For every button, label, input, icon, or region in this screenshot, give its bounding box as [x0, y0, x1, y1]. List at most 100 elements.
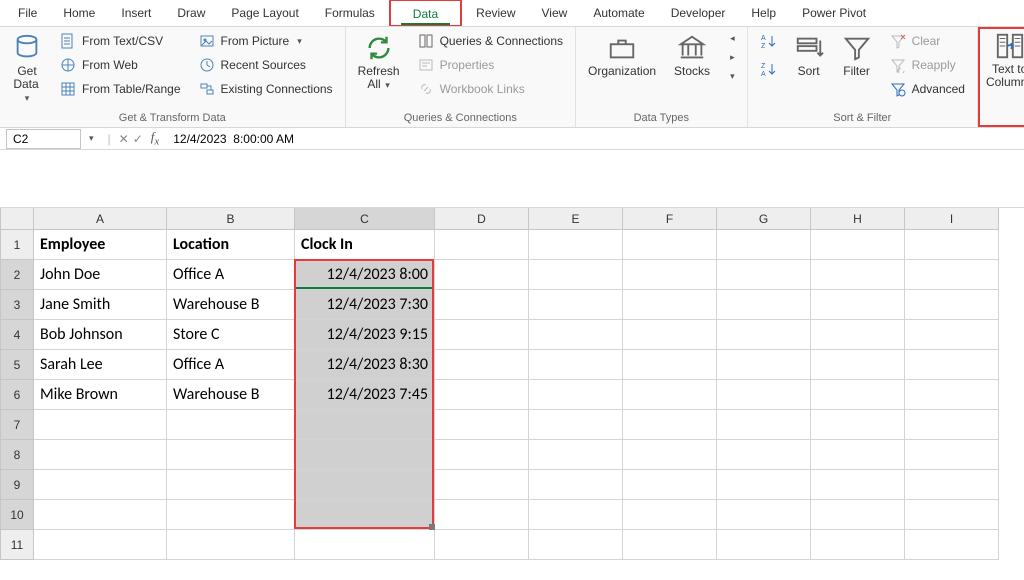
cell-C1[interactable]: Clock In	[295, 230, 435, 260]
cell-I4[interactable]	[905, 320, 999, 350]
filter-button[interactable]: Filter	[838, 31, 876, 80]
datatype-prev-button[interactable]: ◂	[724, 31, 739, 46]
menu-file[interactable]: File	[6, 2, 49, 24]
cell-B7[interactable]	[167, 410, 295, 440]
cell-A1[interactable]: Employee	[34, 230, 167, 260]
name-box-dropdown[interactable]: ▾	[89, 133, 94, 144]
cell-A6[interactable]: Mike Brown	[34, 380, 167, 410]
cell-C9[interactable]	[295, 470, 435, 500]
cell-A11[interactable]	[34, 530, 167, 560]
cell-C4[interactable]: 12/4/2023 9:15	[295, 320, 435, 350]
cell-H4[interactable]	[811, 320, 905, 350]
cell-E6[interactable]	[529, 380, 623, 410]
existing-connections-button[interactable]: Existing Connections	[195, 79, 337, 99]
cell-E10[interactable]	[529, 500, 623, 530]
cell-A3[interactable]: Jane Smith	[34, 290, 167, 320]
cell-B11[interactable]	[167, 530, 295, 560]
cell-H1[interactable]	[811, 230, 905, 260]
cell-H7[interactable]	[811, 410, 905, 440]
menu-home[interactable]: Home	[51, 2, 107, 24]
cell-H6[interactable]	[811, 380, 905, 410]
menu-automate[interactable]: Automate	[581, 2, 656, 24]
cell-A2[interactable]: John Doe	[34, 260, 167, 290]
cell-H9[interactable]	[811, 470, 905, 500]
name-box[interactable]	[6, 129, 81, 149]
sort-desc-button[interactable]: ZA	[756, 59, 780, 79]
col-header-A[interactable]: A	[34, 208, 167, 230]
cell-E1[interactable]	[529, 230, 623, 260]
cell-F10[interactable]	[623, 500, 717, 530]
cell-B6[interactable]: Warehouse B	[167, 380, 295, 410]
cell-I10[interactable]	[905, 500, 999, 530]
menu-data[interactable]: Data	[401, 3, 450, 25]
fx-icon[interactable]: fx	[151, 129, 159, 148]
cell-H2[interactable]	[811, 260, 905, 290]
cell-E8[interactable]	[529, 440, 623, 470]
menu-draw[interactable]: Draw	[165, 2, 217, 24]
cell-A9[interactable]	[34, 470, 167, 500]
cell-F6[interactable]	[623, 380, 717, 410]
cell-C10[interactable]	[295, 500, 435, 530]
cell-C2[interactable]: 12/4/2023 8:00	[295, 260, 435, 290]
cell-C6[interactable]: 12/4/2023 7:45	[295, 380, 435, 410]
cell-C5[interactable]: 12/4/2023 8:30	[295, 350, 435, 380]
cell-I6[interactable]	[905, 380, 999, 410]
row-header-5[interactable]: 5	[0, 350, 34, 380]
cell-F7[interactable]	[623, 410, 717, 440]
text-to-columns-button[interactable]: Text to Columns	[982, 29, 1024, 91]
row-header-11[interactable]: 11	[0, 530, 34, 560]
menu-formulas[interactable]: Formulas	[313, 2, 387, 24]
cell-E11[interactable]	[529, 530, 623, 560]
row-header-8[interactable]: 8	[0, 440, 34, 470]
cell-B5[interactable]: Office A	[167, 350, 295, 380]
recent-sources-button[interactable]: Recent Sources	[195, 55, 337, 75]
row-header-9[interactable]: 9	[0, 470, 34, 500]
cell-D1[interactable]	[435, 230, 529, 260]
from-picture-button[interactable]: From Picture ▾	[195, 31, 337, 51]
cell-D10[interactable]	[435, 500, 529, 530]
formula-input[interactable]	[165, 130, 1024, 148]
cell-D8[interactable]	[435, 440, 529, 470]
from-table-range-button[interactable]: From Table/Range	[56, 79, 185, 99]
select-all-corner[interactable]	[0, 208, 34, 230]
row-header-1[interactable]: 1	[0, 230, 34, 260]
cell-F3[interactable]	[623, 290, 717, 320]
cell-I11[interactable]	[905, 530, 999, 560]
menu-review[interactable]: Review	[464, 2, 527, 24]
menu-help[interactable]: Help	[739, 2, 788, 24]
row-header-3[interactable]: 3	[0, 290, 34, 320]
cell-F2[interactable]	[623, 260, 717, 290]
cell-I3[interactable]	[905, 290, 999, 320]
cell-G10[interactable]	[717, 500, 811, 530]
row-header-6[interactable]: 6	[0, 380, 34, 410]
cell-A7[interactable]	[34, 410, 167, 440]
cell-E2[interactable]	[529, 260, 623, 290]
cell-G5[interactable]	[717, 350, 811, 380]
cell-B9[interactable]	[167, 470, 295, 500]
col-header-B[interactable]: B	[167, 208, 295, 230]
cell-F11[interactable]	[623, 530, 717, 560]
cell-B4[interactable]: Store C	[167, 320, 295, 350]
cell-F4[interactable]	[623, 320, 717, 350]
refresh-all-button[interactable]: Refresh All ▾	[354, 31, 404, 93]
cell-H3[interactable]	[811, 290, 905, 320]
cell-C7[interactable]	[295, 410, 435, 440]
cell-I1[interactable]	[905, 230, 999, 260]
sort-asc-button[interactable]: AZ	[756, 31, 780, 51]
cell-I2[interactable]	[905, 260, 999, 290]
from-text-csv-button[interactable]: From Text/CSV	[56, 31, 185, 51]
cell-D7[interactable]	[435, 410, 529, 440]
row-header-2[interactable]: 2	[0, 260, 34, 290]
cell-F9[interactable]	[623, 470, 717, 500]
col-header-F[interactable]: F	[623, 208, 717, 230]
cell-B3[interactable]: Warehouse B	[167, 290, 295, 320]
cell-E4[interactable]	[529, 320, 623, 350]
col-header-H[interactable]: H	[811, 208, 905, 230]
col-header-I[interactable]: I	[905, 208, 999, 230]
menu-insert[interactable]: Insert	[109, 2, 163, 24]
cell-G4[interactable]	[717, 320, 811, 350]
cell-A10[interactable]	[34, 500, 167, 530]
cell-G7[interactable]	[717, 410, 811, 440]
cell-G1[interactable]	[717, 230, 811, 260]
col-header-G[interactable]: G	[717, 208, 811, 230]
